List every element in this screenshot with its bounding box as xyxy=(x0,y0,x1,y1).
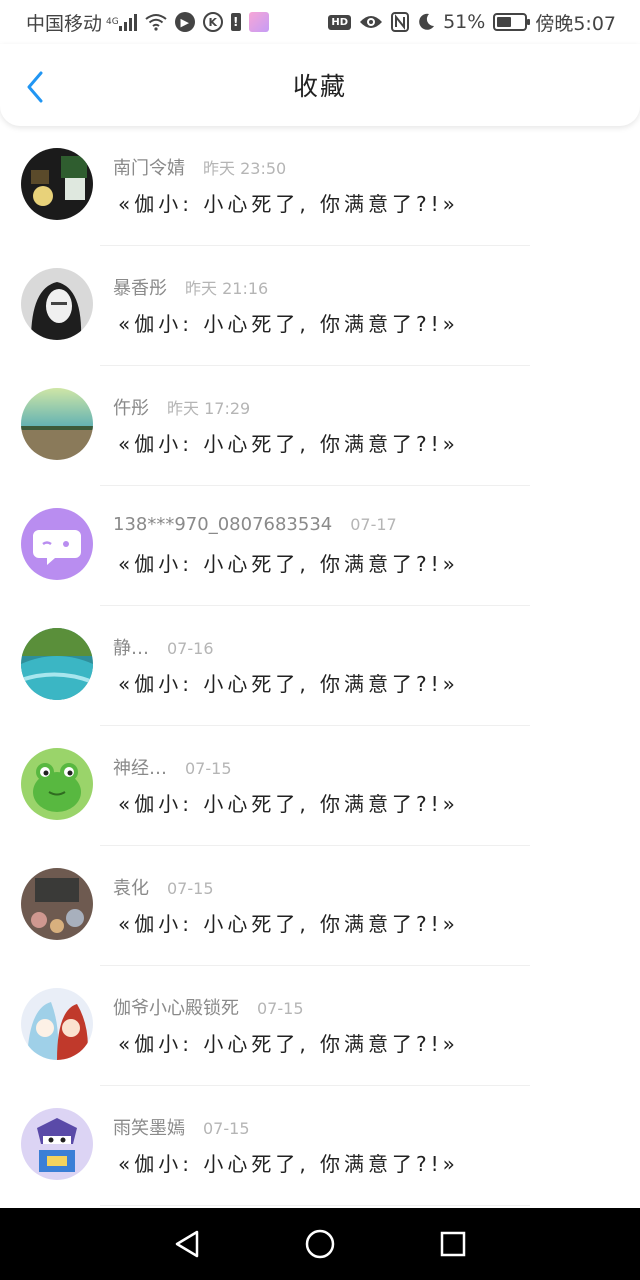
contact-name: 暴香彤 xyxy=(113,278,167,299)
nav-home-button[interactable] xyxy=(298,1222,342,1266)
avatar[interactable] xyxy=(21,268,93,340)
triangle-back-icon xyxy=(175,1230,198,1258)
carrier-label: 中国移动 xyxy=(26,12,103,35)
favorite-item[interactable]: 138***970_0807683534 07-17 «伽小: 小心死了, 你满… xyxy=(0,486,640,606)
avatar[interactable] xyxy=(21,1108,93,1180)
circle-home-icon xyxy=(305,1229,335,1259)
favorites-list: 南门令婧 昨天 23:50 «伽小: 小心死了, 你满意了?!» 暴香彤 昨天 … xyxy=(0,126,640,1208)
favorite-item[interactable]: 暴香彤 昨天 21:16 «伽小: 小心死了, 你满意了?!» xyxy=(0,246,640,366)
timestamp: 07-17 xyxy=(350,515,397,534)
signal-icon: 4G xyxy=(106,13,137,31)
item-meta: 伽爷小心殿锁死 07-15 xyxy=(113,994,304,1020)
timestamp: 07-15 xyxy=(203,1119,250,1138)
item-meta: 袁化 07-15 xyxy=(113,874,214,900)
contact-name: 袁化 xyxy=(113,878,149,899)
favorite-item[interactable]: 静… 07-16 «伽小: 小心死了, 你满意了?!» xyxy=(0,606,640,726)
message-preview: «伽小: 小心死了, 你满意了?!» xyxy=(118,192,459,216)
status-bar-left: 中国移动 4G ▶ K ! xyxy=(26,9,269,36)
battery-icon xyxy=(493,13,531,31)
wifi-icon xyxy=(145,13,167,31)
timestamp: 昨天 17:29 xyxy=(167,399,251,418)
page-title: 收藏 xyxy=(292,72,347,101)
avatar[interactable] xyxy=(21,868,93,940)
avatar[interactable] xyxy=(21,988,93,1060)
item-meta: 神经… 07-15 xyxy=(113,754,232,780)
nfc-icon xyxy=(391,12,410,32)
message-preview: «伽小: 小心死了, 你满意了?!» xyxy=(118,312,459,336)
item-meta: 雨笑墨嫣 07-15 xyxy=(113,1114,250,1140)
avatar[interactable] xyxy=(21,628,93,700)
header: 收藏 xyxy=(0,44,640,126)
back-button[interactable] xyxy=(18,70,52,104)
favorite-item[interactable]: 袁化 07-15 «伽小: 小心死了, 你满意了?!» xyxy=(0,846,640,966)
timestamp: 07-16 xyxy=(167,639,214,658)
contact-name: 仵彤 xyxy=(113,398,149,419)
favorite-item[interactable]: 神经… 07-15 «伽小: 小心死了, 你满意了?!» xyxy=(0,726,640,846)
contact-name: 神经… xyxy=(113,758,167,779)
timestamp: 昨天 23:50 xyxy=(203,159,287,178)
item-meta: 仵彤 昨天 17:29 xyxy=(113,394,250,420)
favorite-item[interactable]: 雨笑墨嫣 07-15 «伽小: 小心死了, 你满意了?!» xyxy=(0,1086,640,1206)
timestamp: 07-15 xyxy=(167,879,214,898)
contact-name: 南门令婧 xyxy=(113,158,185,179)
item-meta: 暴香彤 昨天 21:16 xyxy=(113,274,268,300)
timestamp: 昨天 21:16 xyxy=(185,279,269,298)
system-nav-bar xyxy=(0,1208,640,1280)
app-notification-icon xyxy=(248,12,269,32)
avatar[interactable] xyxy=(21,748,93,820)
message-preview: «伽小: 小心死了, 你满意了?!» xyxy=(118,552,459,576)
status-bar: 中国移动 4G ▶ K ! HD 51% 傍晚5:07 xyxy=(0,0,640,44)
message-preview: «伽小: 小心死了, 你满意了?!» xyxy=(118,792,459,816)
contact-name: 伽爷小心殿锁死 xyxy=(113,998,239,1019)
contact-name: 静… xyxy=(113,638,149,659)
message-preview: «伽小: 小心死了, 你满意了?!» xyxy=(118,1152,459,1176)
avatar[interactable] xyxy=(21,148,93,220)
favorite-item[interactable]: 南门令婧 昨天 23:50 «伽小: 小心死了, 你满意了?!» xyxy=(0,126,640,246)
timestamp: 07-15 xyxy=(257,999,304,1018)
timestamp: 07-15 xyxy=(185,759,232,778)
k-app-icon: K xyxy=(202,12,223,32)
status-bar-right: HD 51% 傍晚5:07 xyxy=(328,9,616,36)
play-icon: ▶ xyxy=(174,12,195,32)
message-preview: «伽小: 小心死了, 你满意了?!» xyxy=(118,1032,459,1056)
eye-icon xyxy=(359,14,383,30)
avatar[interactable] xyxy=(21,388,93,460)
chevron-left-icon xyxy=(27,71,43,103)
hd-icon: HD xyxy=(328,14,352,30)
message-preview: «伽小: 小心死了, 你满意了?!» xyxy=(118,432,459,456)
avatar[interactable] xyxy=(21,508,93,580)
message-preview: «伽小: 小心死了, 你满意了?!» xyxy=(118,912,459,936)
contact-name: 138***970_0807683534 xyxy=(113,514,333,535)
item-meta: 静… 07-16 xyxy=(113,634,214,660)
square-recents-icon xyxy=(441,1231,466,1257)
favorite-item[interactable]: 仵彤 昨天 17:29 «伽小: 小心死了, 你满意了?!» xyxy=(0,366,640,486)
nav-recents-button[interactable] xyxy=(431,1222,475,1266)
contact-name: 雨笑墨嫣 xyxy=(113,1118,185,1139)
clock: 傍晚5:07 xyxy=(535,12,616,35)
moon-icon xyxy=(417,13,435,31)
nav-back-button[interactable] xyxy=(165,1222,209,1266)
item-meta: 南门令婧 昨天 23:50 xyxy=(113,154,286,180)
network-type-label: 4G xyxy=(106,17,119,27)
item-meta: 138***970_0807683534 07-17 xyxy=(113,514,397,535)
alert-icon: ! xyxy=(230,13,241,31)
battery-percent: 51% xyxy=(443,11,486,33)
favorite-item[interactable]: 伽爷小心殿锁死 07-15 «伽小: 小心死了, 你满意了?!» xyxy=(0,966,640,1086)
message-preview: «伽小: 小心死了, 你满意了?!» xyxy=(118,672,459,696)
divider xyxy=(100,1205,530,1206)
